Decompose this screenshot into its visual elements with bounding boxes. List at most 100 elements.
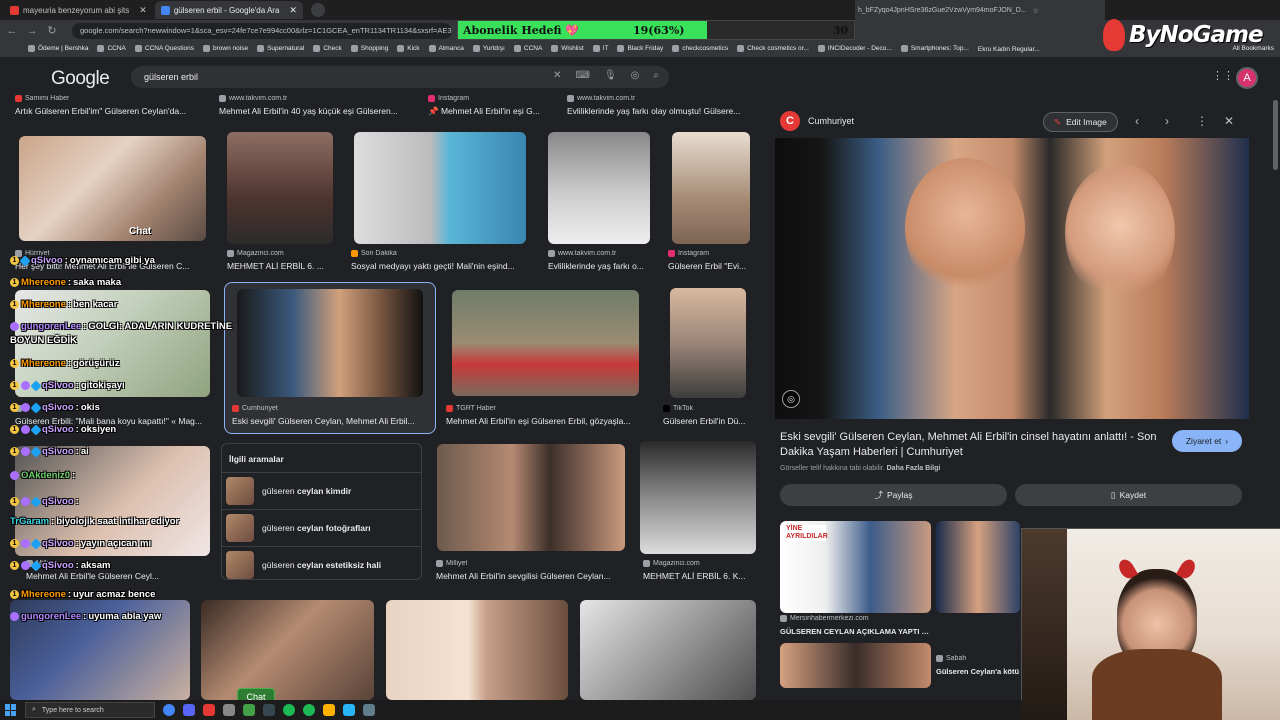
result-image[interactable] <box>640 441 756 554</box>
google-logo[interactable]: Google <box>51 68 110 90</box>
new-tab-icon[interactable] <box>310 3 325 17</box>
app-icon[interactable] <box>363 704 375 716</box>
bookmark-item[interactable]: Check <box>313 45 342 53</box>
result-title[interactable]: Eski sevgili' Gülseren Ceylan, Mehmet Al… <box>232 416 427 426</box>
result-title[interactable]: Mehmet Ali Erbil'in 40 yaş küçük eşi Gül… <box>219 106 414 116</box>
result-title[interactable]: Evliliklerinde yaş farkı olay olmuştu! G… <box>567 106 757 116</box>
result-image[interactable] <box>201 600 374 700</box>
forward-icon[interactable]: → <box>26 25 38 37</box>
result-title[interactable]: MEHMET ALİ ERBİL 6. ... <box>227 261 337 271</box>
bookmark-item[interactable]: IT <box>592 45 608 53</box>
similar-title[interactable]: GÜLSEREN CEYLAN AÇIKLAMA YAPTI -... <box>780 627 930 636</box>
edit-image-button[interactable]: ✎ Edit Image <box>1043 112 1118 132</box>
app-icon[interactable] <box>343 704 355 716</box>
bookmark-item[interactable]: CCNA <box>513 45 542 53</box>
preview-image[interactable] <box>775 138 1249 419</box>
bookmark-item[interactable]: Wishlist <box>551 45 584 53</box>
bookmark-item[interactable]: Ödeme | Bershka <box>28 45 88 53</box>
lens-icon[interactable]: ◎ <box>631 70 640 81</box>
url-field-tail[interactable]: h_bFZyqo4JpnHSre36zGue2VzwVym94moFJON_D.… <box>855 0 1105 21</box>
microphone-icon[interactable]: 🎙 <box>604 70 617 81</box>
search-input[interactable]: gülseren erbil ✕ ⌨ 🎙 ◎ ⌕ <box>131 66 669 88</box>
panel-source[interactable]: C Cumhuriyet <box>780 111 854 131</box>
next-icon[interactable]: › <box>1165 114 1169 128</box>
panel-scrollbar[interactable] <box>1273 100 1278 170</box>
clear-icon[interactable]: ✕ <box>553 70 561 81</box>
result-title[interactable]: Evliliklerinde yaş farkı o... <box>548 261 648 271</box>
close-icon[interactable]: ✕ <box>1224 114 1234 128</box>
bookmark-item[interactable]: Almanca <box>428 45 464 53</box>
bookmark-item[interactable]: brown noise <box>203 45 248 53</box>
result-title[interactable]: Artık Gülseren Erbil'im" Gülseren Ceylan… <box>15 106 205 116</box>
result-title[interactable]: Gülseren Erbil "Evi... <box>668 261 753 271</box>
result-image[interactable] <box>354 132 526 244</box>
search-icon[interactable]: ⌕ <box>653 70 659 81</box>
keyboard-icon[interactable]: ⌨ <box>576 70 590 81</box>
visit-button[interactable]: Ziyaret et › <box>1172 430 1242 452</box>
result-image[interactable] <box>580 600 756 700</box>
windows-start-icon[interactable] <box>5 704 17 716</box>
result-image[interactable] <box>237 289 423 397</box>
result-image[interactable] <box>670 288 746 398</box>
similar-image[interactable] <box>780 643 931 688</box>
app-icon[interactable] <box>203 704 215 716</box>
result-image[interactable] <box>437 444 625 551</box>
bookmark-item[interactable]: CCNA Questions <box>134 45 194 53</box>
result-image[interactable] <box>672 132 750 244</box>
similar-image[interactable]: YİNE AYRILDILAR <box>780 521 931 613</box>
play-icon[interactable] <box>243 704 255 716</box>
more-info-link[interactable]: Daha Fazla Bilgi <box>887 465 941 472</box>
share-button[interactable]: ⤴ Paylaş <box>780 484 1007 506</box>
apps-grid-icon[interactable]: ⋮⋮ <box>1212 70 1234 82</box>
result-title[interactable]: 📌 Mehmet Ali Erbil'in eşi G... <box>428 106 548 117</box>
related-search-item[interactable]: gülseren ceylan kimdir <box>222 472 421 508</box>
related-search-item[interactable]: gülseren ceylan fotoğrafları <box>222 509 421 545</box>
close-tab-icon[interactable]: ✕ <box>139 5 147 16</box>
bookmark-item[interactable]: Kick <box>397 45 420 53</box>
bookmark-item[interactable]: INCIDecoder - Deco... <box>817 45 892 53</box>
avatar[interactable]: A <box>1236 67 1258 89</box>
bookmark-item[interactable]: Yurtdışı <box>472 45 505 53</box>
preview-title[interactable]: Eski sevgili' Gülseren Ceylan, Mehmet Al… <box>780 430 1165 460</box>
more-options-icon[interactable]: ⋮ <box>1196 114 1208 128</box>
bookmark-item[interactable]: Smartphones: Top... <box>900 45 969 53</box>
star-icon[interactable]: ☆ <box>1033 7 1039 15</box>
related-search-item[interactable]: gülseren ceylan estetiksiz hali <box>222 546 421 582</box>
spotify-icon[interactable] <box>283 704 295 716</box>
chrome-icon[interactable] <box>163 704 175 716</box>
bookmark-item[interactable]: Shopping <box>350 45 388 53</box>
app-icon[interactable] <box>223 704 235 716</box>
result-image[interactable] <box>386 600 568 700</box>
prev-icon[interactable]: ‹ <box>1135 114 1139 128</box>
result-image[interactable] <box>19 136 206 241</box>
reload-icon[interactable]: ↻ <box>46 24 58 37</box>
browser-tab[interactable]: gülseren erbil - Google'da Ara ✕ <box>154 1 303 19</box>
result-title[interactable]: MEHMET ALİ ERBİL 6. K... <box>643 571 753 581</box>
result-title[interactable]: Mehmet Ali Erbil'le Gülseren Ceyl... <box>26 571 201 581</box>
result-image[interactable] <box>227 132 333 244</box>
taskbar-search-input[interactable]: ⌕ Type here to search <box>25 702 155 718</box>
bookmark-item[interactable]: Check cosmetics or... <box>737 45 809 53</box>
bookmark-item[interactable]: checkcosmetics <box>672 45 728 53</box>
bookmark-item[interactable]: Supernatural <box>257 45 304 53</box>
steam-icon[interactable] <box>263 704 275 716</box>
bookmark-item[interactable]: Black Friday <box>617 45 663 53</box>
result-title[interactable]: Mehmet Ali Erbil'in eşi Gülseren Erbil, … <box>446 416 646 426</box>
discord-icon[interactable] <box>183 704 195 716</box>
app-icon[interactable] <box>323 704 335 716</box>
bookmark-item[interactable]: Ekru Kadın Regular... <box>978 46 1040 53</box>
result-image[interactable] <box>548 132 650 244</box>
bookmark-item[interactable]: CCNA <box>97 45 126 53</box>
similar-title[interactable]: Gülseren Ceylan'a kötü <box>936 667 1020 676</box>
browser-tab[interactable]: mayeuria benzeyorum abi şits ✕ <box>4 1 153 19</box>
result-title[interactable]: Sosyal medyayı yaktı geçti! Mali'nin eşi… <box>351 261 531 271</box>
back-icon[interactable]: ← <box>6 25 18 37</box>
similar-image[interactable] <box>936 521 1020 613</box>
close-tab-icon[interactable]: ✕ <box>289 5 297 16</box>
spotify-icon[interactable] <box>303 704 315 716</box>
result-image[interactable] <box>452 290 639 396</box>
save-button[interactable]: ▯ Kaydet <box>1015 484 1242 506</box>
url-field[interactable]: google.com/search?newwindow=1&sca_esv=24… <box>72 22 452 39</box>
result-title[interactable]: Gülseren Erbil'in Dü... <box>663 416 753 426</box>
lens-search-icon[interactable]: ◎ <box>782 390 800 408</box>
